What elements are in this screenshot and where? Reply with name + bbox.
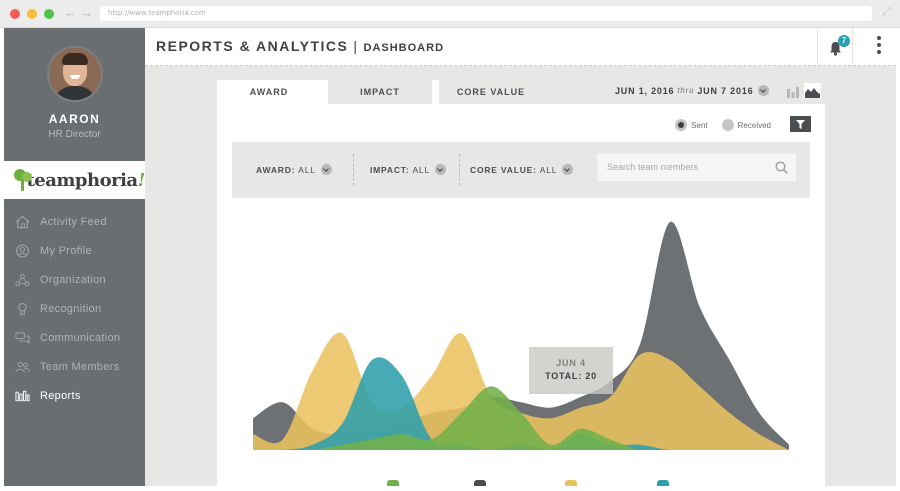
search-placeholder: Search team members (607, 162, 699, 172)
sidebar-item-label: Reports (40, 389, 81, 402)
search-icon (775, 161, 788, 174)
team-icon (14, 360, 30, 374)
forward-arrow-icon[interactable]: → (80, 6, 93, 20)
tree-logo-icon (12, 167, 32, 193)
sidebar-item-recognition[interactable]: Recognition (4, 294, 145, 323)
sidebar-item-label: Activity Feed (40, 215, 107, 228)
filter-button[interactable] (790, 116, 811, 132)
tooltip-date: JUN 4 (556, 358, 586, 368)
date-start: JUN 1, 2016 (615, 85, 675, 96)
teamphoria-logo[interactable]: teamphoria! (4, 161, 146, 199)
sidebar-item-label: Organization (40, 273, 106, 286)
date-thru: thru (677, 86, 695, 95)
page-subtitle: DASHBOARD (363, 42, 445, 54)
sidebar: AARON HR Director teamphoria! Activity F… (4, 28, 151, 486)
bars-icon (14, 389, 30, 403)
user-icon (14, 244, 30, 258)
chat-icon (14, 331, 30, 345)
chevron-down-icon (434, 164, 446, 175)
report-panel: AWARD IMPACT CORE VALUE JUN 1, 2016 thru… (217, 80, 825, 486)
impact-filter-value: ALL (412, 164, 430, 175)
user-name: AARON (48, 112, 101, 126)
tab-award[interactable]: AWARD (217, 80, 321, 104)
search-input[interactable]: Search team members (597, 154, 796, 181)
area-chart-view-button[interactable] (804, 83, 821, 98)
filter-bar: AWARD: ALL IMPACT: ALL CORE VALUE: ALL S… (232, 142, 810, 198)
sidebar-item-label: Communication (40, 331, 121, 344)
notifications-button[interactable]: 7 (817, 28, 853, 66)
close-window-button[interactable] (10, 9, 20, 19)
award-icon (14, 302, 30, 316)
browser-chrome: ← → http://www.teamphoria.com ⤢ (0, 0, 900, 28)
date-end: JUN 7 2016 (697, 85, 754, 96)
tab-impact[interactable]: IMPACT (328, 80, 432, 104)
sidebar-item-reports[interactable]: Reports (4, 381, 151, 410)
tab-core-value[interactable]: CORE VALUE (439, 80, 543, 104)
topbar: REPORTS & ANALYTICS | DASHBOARD 7 (145, 28, 896, 66)
legend-swatch[interactable] (657, 480, 669, 486)
chevron-down-icon (758, 85, 770, 96)
logo-mark: ! (137, 169, 146, 191)
legend-swatch[interactable] (474, 480, 486, 486)
core-value-filter[interactable]: CORE VALUE: ALL (470, 164, 574, 175)
report-tabs: AWARD IMPACT CORE VALUE (217, 80, 550, 104)
user-role: HR Director (48, 129, 101, 140)
received-label: Received (737, 120, 771, 130)
impact-filter[interactable]: IMPACT: ALL (370, 164, 446, 175)
page-title-text: REPORTS & ANALYTICS (156, 38, 349, 54)
bar-chart-icon (786, 87, 799, 98)
award-area-chart: JUN 4 TOTAL: 20 (217, 204, 825, 486)
chevron-down-icon (562, 164, 574, 175)
sidebar-item-my-profile[interactable]: My Profile (4, 236, 145, 265)
url-bar[interactable]: http://www.teamphoria.com (100, 6, 872, 21)
app-frame: AARON HR Director teamphoria! Activity F… (4, 28, 896, 486)
sent-radio[interactable] (675, 119, 688, 131)
sidebar-item-team-members[interactable]: Team Members (4, 352, 145, 381)
home-icon (14, 215, 30, 229)
chevron-down-icon (320, 164, 332, 175)
sent-label: Sent (691, 120, 708, 130)
notification-count-badge: 7 (838, 35, 850, 47)
legend-swatch[interactable] (387, 480, 399, 486)
more-options-icon[interactable] (876, 36, 882, 57)
tooltip-total: TOTAL: 20 (545, 371, 597, 381)
award-filter-label: AWARD: (256, 164, 296, 175)
back-arrow-icon[interactable]: ← (64, 6, 77, 20)
network-icon (14, 273, 30, 287)
logo-text: teamphoria (26, 169, 138, 191)
sidebar-item-organization[interactable]: Organization (4, 265, 145, 294)
title-separator: | (353, 38, 359, 54)
sent-received-toggle: Sent Received (675, 119, 771, 131)
sidebar-item-label: Team Members (40, 360, 120, 373)
sidebar-item-label: My Profile (40, 244, 92, 257)
maximize-window-button[interactable] (44, 9, 54, 19)
received-radio[interactable] (721, 119, 734, 131)
bar-chart-view-button[interactable] (784, 83, 801, 98)
sidebar-nav: Activity Feed My Profile Organization Re… (4, 199, 151, 410)
filter-divider (459, 154, 460, 186)
chart-tooltip: JUN 4 TOTAL: 20 (529, 347, 613, 394)
date-range-picker[interactable]: JUN 1, 2016 thru JUN 7 2016 (615, 85, 770, 96)
sidebar-item-communication[interactable]: Communication (4, 323, 145, 352)
core-value-filter-value: ALL (539, 164, 558, 175)
filter-icon (796, 119, 805, 129)
area-chart-icon (805, 88, 820, 98)
sidebar-item-label: Recognition (40, 302, 102, 315)
impact-filter-label: IMPACT: (370, 164, 410, 175)
page-title: REPORTS & ANALYTICS | DASHBOARD (156, 38, 444, 54)
core-value-filter-label: CORE VALUE: (470, 164, 537, 175)
minimize-window-button[interactable] (27, 9, 37, 19)
award-filter[interactable]: AWARD: ALL (256, 164, 332, 175)
filter-divider (353, 154, 354, 186)
award-filter-value: ALL (298, 164, 316, 175)
area-chart-svg (253, 221, 789, 450)
legend-swatch[interactable] (565, 480, 577, 486)
sidebar-item-activity-feed[interactable]: Activity Feed (4, 207, 145, 236)
chart-legend (217, 480, 825, 486)
fullscreen-icon[interactable]: ⤢ (882, 6, 891, 19)
avatar[interactable] (46, 46, 103, 102)
main-content: REPORTS & ANALYTICS | DASHBOARD 7 AWARD IM… (145, 28, 896, 486)
profile-card: AARON HR Director (4, 28, 145, 161)
